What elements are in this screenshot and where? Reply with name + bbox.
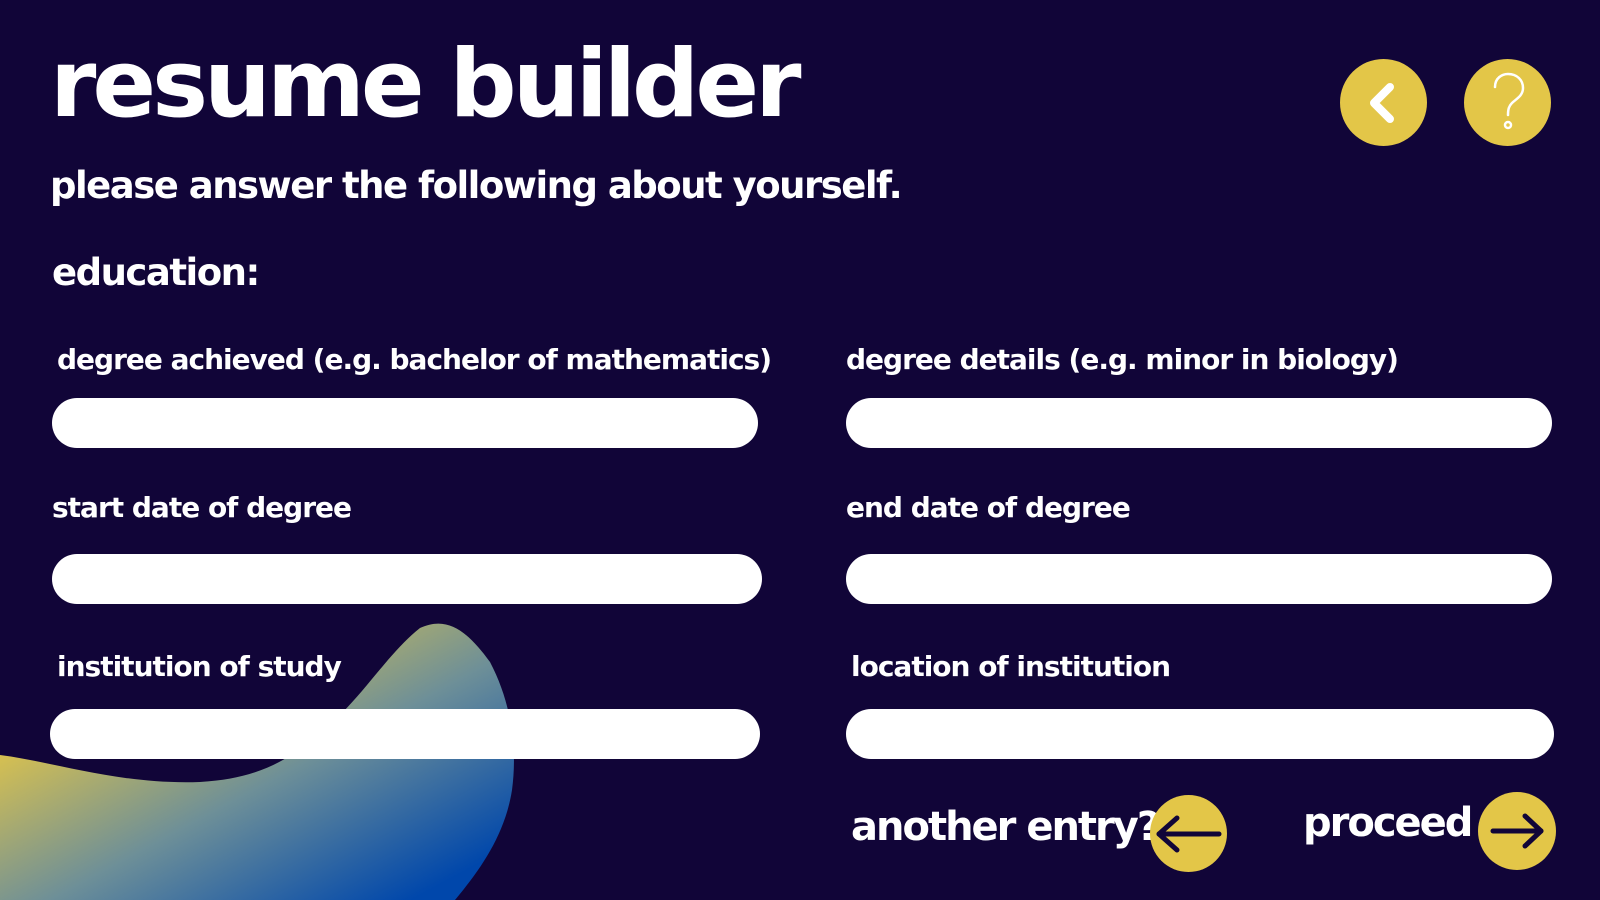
page-subtitle: please answer the following about yourse…	[50, 164, 903, 207]
institution-label: institution of study	[57, 650, 342, 683]
degree-details-input[interactable]	[846, 398, 1552, 448]
institution-input[interactable]	[50, 709, 760, 759]
page-title: resume builder	[50, 30, 801, 139]
degree-achieved-label: degree achieved (e.g. bachelor of mathem…	[57, 343, 772, 376]
back-button[interactable]	[1340, 59, 1427, 146]
chevron-left-icon	[1369, 82, 1394, 123]
arrow-left-icon	[1156, 815, 1221, 852]
question-mark-icon	[1493, 72, 1524, 129]
proceed-label[interactable]: proceed	[1303, 801, 1473, 845]
proceed-button[interactable]	[1478, 792, 1556, 870]
start-date-input[interactable]	[52, 554, 762, 604]
another-entry-button[interactable]	[1150, 795, 1227, 872]
degree-details-label: degree details (e.g. minor in biology)	[846, 343, 1399, 376]
degree-achieved-input[interactable]	[52, 398, 758, 448]
location-label: location of institution	[851, 650, 1171, 683]
end-date-input[interactable]	[846, 554, 1552, 604]
end-date-label: end date of degree	[846, 491, 1131, 524]
location-input[interactable]	[846, 709, 1554, 759]
resume-builder-page: resume builder please answer the followi…	[0, 0, 1600, 900]
help-button[interactable]	[1464, 59, 1551, 146]
arrow-right-icon	[1490, 813, 1544, 849]
section-heading-education: education:	[52, 251, 260, 294]
start-date-label: start date of degree	[52, 491, 352, 524]
another-entry-label[interactable]: another entry?	[851, 805, 1160, 849]
